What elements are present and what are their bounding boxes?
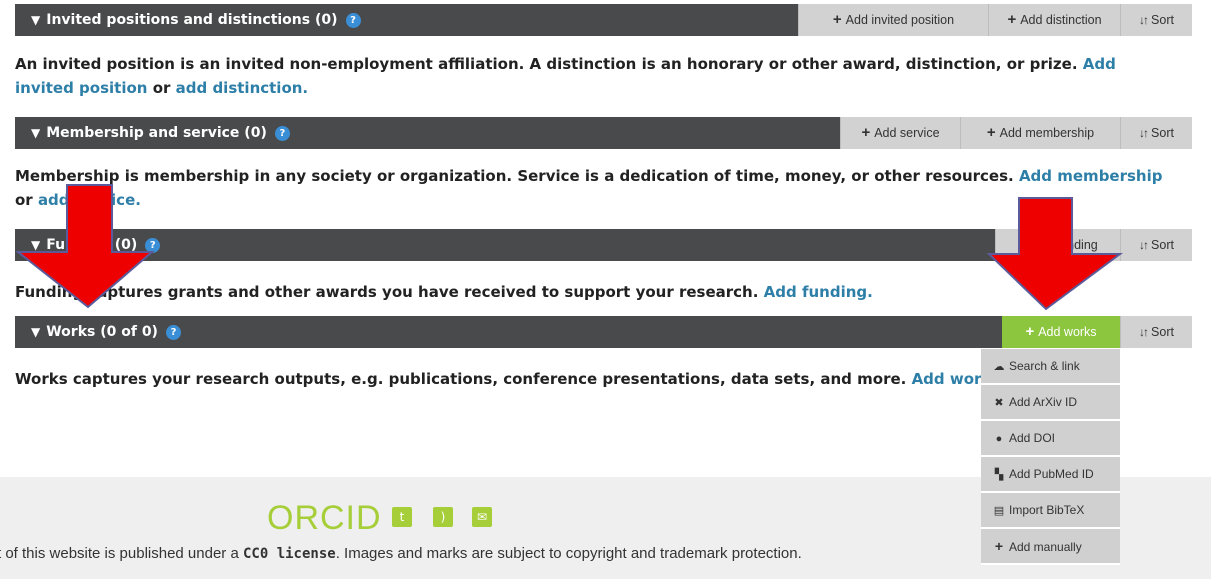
help-icon[interactable]: ? — [274, 126, 290, 141]
works-desc-text: Works captures your research outputs, e.… — [15, 370, 907, 388]
menu-item-label: Add manually — [1009, 540, 1082, 554]
invited-positions-header: ▼ Invited positions and distinctions (0)?… — [15, 4, 1192, 36]
pubmed-icon: ▚ — [994, 469, 1004, 481]
search-and-link-item[interactable]: ☁ Search & link — [981, 349, 1120, 383]
add-invited-position-label: Add invited position — [845, 13, 955, 27]
add-distinction-button[interactable]: + Add distinction — [988, 4, 1120, 36]
menu-item-label: Search & link — [1009, 359, 1080, 373]
rss-icon[interactable]: ) — [433, 507, 453, 527]
add-service-button[interactable]: + Add service — [840, 117, 960, 149]
add-works-label: Add works — [1038, 325, 1097, 339]
invited-positions-title-wrap[interactable]: ▼ Invited positions and distinctions (0)? — [31, 4, 361, 36]
sort-label: Sort — [1151, 238, 1174, 252]
add-distinction-link[interactable]: add distinction. — [176, 79, 309, 97]
add-distinction-label: Add distinction — [1020, 13, 1102, 27]
plus-icon: + — [994, 538, 1004, 554]
plus-icon: + — [986, 124, 996, 141]
add-works-button[interactable]: + Add works — [1002, 316, 1120, 348]
add-doi-item[interactable]: ● Add DOI — [981, 421, 1120, 455]
arxiv-icon: ✖ — [994, 397, 1004, 409]
menu-item-label: Import BibTeX — [1009, 503, 1085, 517]
cc0-license-link[interactable]: CC0 license — [243, 546, 336, 562]
import-bibtex-item[interactable]: ▤ Import BibTeX — [981, 493, 1120, 527]
membership-title-wrap[interactable]: ▼ Membership and service (0)? — [31, 117, 290, 149]
help-icon[interactable]: ? — [165, 325, 181, 340]
add-pubmed-id-item[interactable]: ▚ Add PubMed ID — [981, 457, 1120, 491]
sort-icon: ↓↑ — [1139, 325, 1149, 339]
menu-item-label: Add PubMed ID — [1009, 467, 1094, 481]
plus-icon: + — [1007, 11, 1017, 28]
license-suffix: . Images and marks are subject to copyri… — [335, 545, 802, 562]
add-membership-link[interactable]: Add membership — [1019, 167, 1163, 185]
membership-desc-text: Membership is membership in any society … — [15, 167, 1014, 185]
add-membership-label: Add membership — [999, 126, 1095, 140]
email-icon[interactable]: ✉ — [472, 507, 492, 527]
sort-button[interactable]: ↓↑ Sort — [1120, 4, 1192, 36]
license-text: t of this website is published under a C… — [0, 545, 802, 562]
menu-item-label: Add ArXiv ID — [1009, 395, 1078, 409]
add-service-label: Add service — [874, 126, 940, 140]
menu-item-label: Add DOI — [1009, 431, 1056, 445]
red-arrow-right-icon — [986, 197, 1124, 311]
works-header: ▼ Works (0 of 0)? + Add works ↓↑ Sort — [15, 316, 1192, 348]
plus-icon: + — [1025, 323, 1035, 340]
sort-label: Sort — [1151, 126, 1174, 140]
sort-label: Sort — [1151, 325, 1174, 339]
chevron-down-icon[interactable]: ▼ — [31, 316, 40, 348]
sort-label: Sort — [1151, 13, 1174, 27]
add-invited-position-button[interactable]: + Add invited position — [798, 4, 988, 36]
add-funding-link[interactable]: Add funding. — [764, 283, 873, 301]
plus-icon: + — [832, 11, 842, 28]
doi-icon: ● — [995, 433, 1003, 445]
red-arrow-left-icon — [15, 184, 155, 309]
invited-positions-description: An invited position is an invited non-em… — [15, 52, 1175, 100]
sort-icon: ↓↑ — [1139, 13, 1149, 27]
sort-button[interactable]: ↓↑ Sort — [1120, 229, 1192, 261]
chevron-down-icon[interactable]: ▼ — [31, 117, 40, 149]
sort-button[interactable]: ↓↑ Sort — [1120, 316, 1192, 348]
plus-icon: + — [861, 124, 871, 141]
bibtex-icon: ▤ — [993, 505, 1005, 517]
chevron-down-icon[interactable]: ▼ — [31, 4, 40, 36]
add-membership-button[interactable]: + Add membership — [960, 117, 1120, 149]
membership-title: Membership and service (0) — [46, 125, 267, 141]
invited-desc-text: An invited position is an invited non-em… — [15, 55, 1078, 73]
license-prefix: t of this website is published under a — [0, 545, 243, 562]
or-text: or — [152, 79, 171, 97]
sort-icon: ↓↑ — [1139, 238, 1149, 252]
orcid-logo[interactable]: ORCID — [267, 499, 382, 538]
membership-service-header: ▼ Membership and service (0)? + Add servic… — [15, 117, 1192, 149]
sort-button[interactable]: ↓↑ Sort — [1120, 117, 1192, 149]
add-works-link[interactable]: Add works — [912, 370, 981, 388]
works-title-wrap[interactable]: ▼ Works (0 of 0)? — [31, 316, 181, 348]
twitter-icon[interactable]: t — [392, 507, 412, 527]
works-description: Works captures your research outputs, e.… — [15, 367, 981, 391]
cloud-upload-icon: ☁ — [993, 361, 1005, 373]
help-icon[interactable]: ? — [345, 13, 361, 28]
add-arxiv-id-item[interactable]: ✖ Add ArXiv ID — [981, 385, 1120, 419]
sort-icon: ↓↑ — [1139, 126, 1149, 140]
works-title: Works (0 of 0) — [46, 324, 158, 340]
invited-positions-title: Invited positions and distinctions (0) — [46, 12, 338, 28]
add-works-dropdown: ☁ Search & link ✖ Add ArXiv ID ● Add DOI ▚ A… — [981, 349, 1120, 565]
add-manually-item[interactable]: + Add manually — [981, 529, 1120, 563]
